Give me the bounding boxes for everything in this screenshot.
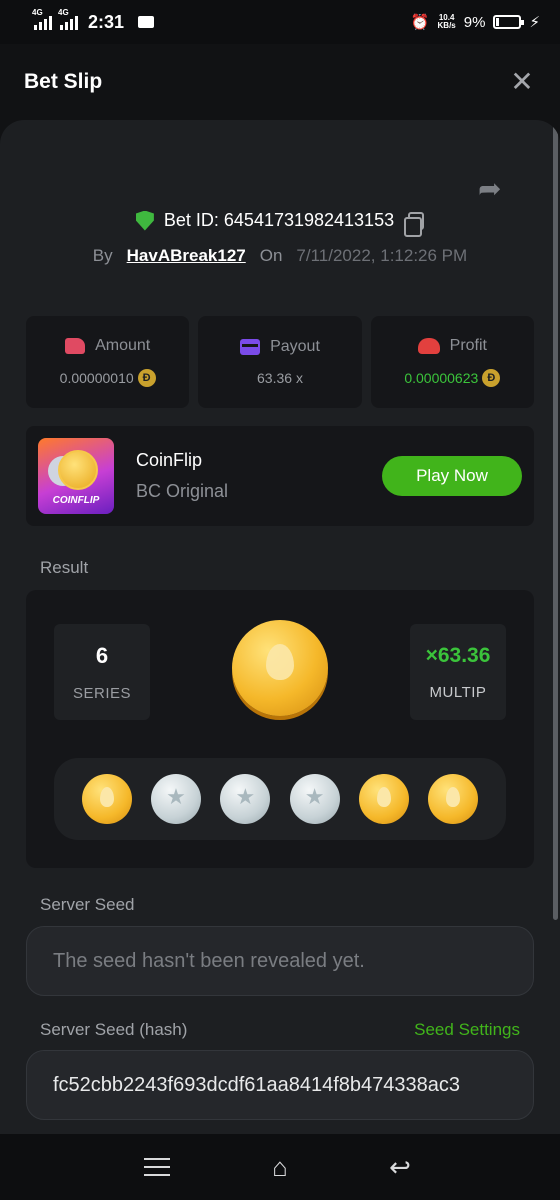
home-icon[interactable]: ⌂ bbox=[264, 1153, 296, 1181]
seed-settings-link[interactable]: Seed Settings bbox=[414, 1020, 520, 1040]
payout-value: 63.36 x bbox=[257, 370, 303, 386]
game-subtitle: BC Original bbox=[136, 481, 229, 501]
profit-value: 0.00000623 bbox=[404, 370, 479, 386]
game-name: CoinFlip bbox=[136, 450, 203, 470]
multiplier-caption: MULTIP bbox=[429, 683, 487, 701]
game-card: COINFLIP CoinFlip BC Original Play Now bbox=[26, 426, 534, 526]
payout-card: Payout 63.36 x bbox=[198, 316, 362, 408]
page-title: Bet Slip bbox=[24, 70, 103, 93]
result-box: 6 SERIES ×63.36 MULTIP bbox=[26, 590, 534, 868]
server-seed-hash-label: Server Seed (hash) bbox=[40, 1020, 188, 1039]
gold-coin-icon bbox=[81, 774, 132, 824]
server-seed-label: Server Seed bbox=[40, 895, 135, 914]
mail-icon bbox=[138, 16, 155, 28]
coin-sequence bbox=[54, 758, 506, 840]
alarm-icon: ⏰ bbox=[410, 14, 430, 31]
share-icon[interactable]: ➦ bbox=[478, 172, 510, 204]
profit-icon bbox=[417, 338, 440, 354]
battery-icon bbox=[493, 15, 525, 29]
series-value: 6 bbox=[95, 642, 109, 668]
user-link[interactable]: HavABreak127 bbox=[127, 246, 246, 266]
doge-coin-icon: Đ bbox=[137, 369, 156, 387]
system-nav-bar: ⌂ ↩ bbox=[0, 1134, 560, 1200]
amount-value: 0.00000010 bbox=[59, 370, 134, 386]
bet-date: 7/11/2022, 1:12:26 PM bbox=[296, 246, 468, 265]
result-coin-icon bbox=[232, 620, 328, 716]
amount-label: Amount bbox=[95, 337, 151, 354]
server-seed-field[interactable]: The seed hasn't been revealed yet. bbox=[26, 926, 534, 996]
by-label: By bbox=[92, 246, 113, 265]
result-label: Result bbox=[40, 558, 89, 577]
bet-id-row: Bet ID: 64541731982413153 bbox=[0, 210, 560, 237]
amount-icon bbox=[65, 338, 86, 354]
network-speed: 10.4 KB/s bbox=[437, 13, 456, 30]
scrollbar[interactable] bbox=[553, 120, 558, 920]
copy-icon[interactable] bbox=[404, 211, 425, 237]
profit-label: Profit bbox=[449, 337, 487, 354]
silver-coin-icon bbox=[289, 774, 340, 824]
status-bar: 4G 4G 2:31 ⏰ 10.4 KB/s 9% ⚡ bbox=[0, 0, 560, 44]
profit-card: Profit 0.00000623 Đ bbox=[370, 316, 534, 408]
menu-icon[interactable] bbox=[144, 1153, 176, 1181]
wallet-icon bbox=[240, 339, 261, 355]
thumbnail-label: COINFLIP bbox=[52, 495, 100, 506]
back-icon[interactable]: ↩ bbox=[384, 1153, 416, 1181]
signal-icon-2: 4G bbox=[58, 8, 78, 30]
bet-id: Bet ID: 64541731982413153 bbox=[163, 210, 395, 230]
doge-coin-icon: Đ bbox=[482, 369, 501, 387]
series-card: 6 SERIES bbox=[54, 624, 150, 720]
series-caption: SERIES bbox=[72, 684, 132, 702]
status-time: 2:31 bbox=[88, 11, 125, 32]
silver-coin-icon bbox=[150, 774, 201, 824]
close-icon[interactable]: ✕ bbox=[508, 68, 536, 96]
server-seed-hash-field[interactable]: fc52cbb2243f693dcdf61aa8414f8b474338ac3 bbox=[26, 1050, 534, 1120]
charging-icon: ⚡ bbox=[529, 14, 540, 31]
gold-coin-icon bbox=[58, 450, 98, 490]
stats-row: Amount 0.00000010 Đ Payout 63.36 x Profit… bbox=[26, 316, 534, 408]
silver-coin-icon bbox=[220, 774, 271, 824]
status-right: ⏰ 10.4 KB/s 9% ⚡ bbox=[410, 13, 540, 32]
bet-byline: By HavABreak127 On 7/11/2022, 1:12:26 PM bbox=[0, 246, 560, 266]
on-label: On bbox=[259, 246, 283, 265]
battery-percent: 9% bbox=[463, 13, 486, 31]
payout-label: Payout bbox=[270, 338, 320, 355]
multiplier-card: ×63.36 MULTIP bbox=[410, 624, 506, 720]
game-info: CoinFlip BC Original bbox=[136, 450, 228, 502]
header: Bet Slip ✕ bbox=[0, 44, 560, 120]
coinflip-thumbnail[interactable]: COINFLIP bbox=[38, 438, 114, 514]
verified-shield-icon bbox=[135, 210, 154, 231]
gold-coin-icon bbox=[358, 774, 409, 824]
bet-slip-panel: ➦ Bet ID: 64541731982413153 By HavABreak… bbox=[0, 120, 560, 1134]
amount-card: Amount 0.00000010 Đ bbox=[26, 316, 190, 408]
multiplier-value: ×63.36 bbox=[425, 643, 491, 667]
status-left: 4G 4G 2:31 bbox=[32, 8, 155, 33]
signal-icon: 4G bbox=[32, 8, 52, 30]
gold-coin-icon bbox=[428, 774, 479, 824]
play-now-button[interactable]: Play Now bbox=[382, 456, 522, 496]
